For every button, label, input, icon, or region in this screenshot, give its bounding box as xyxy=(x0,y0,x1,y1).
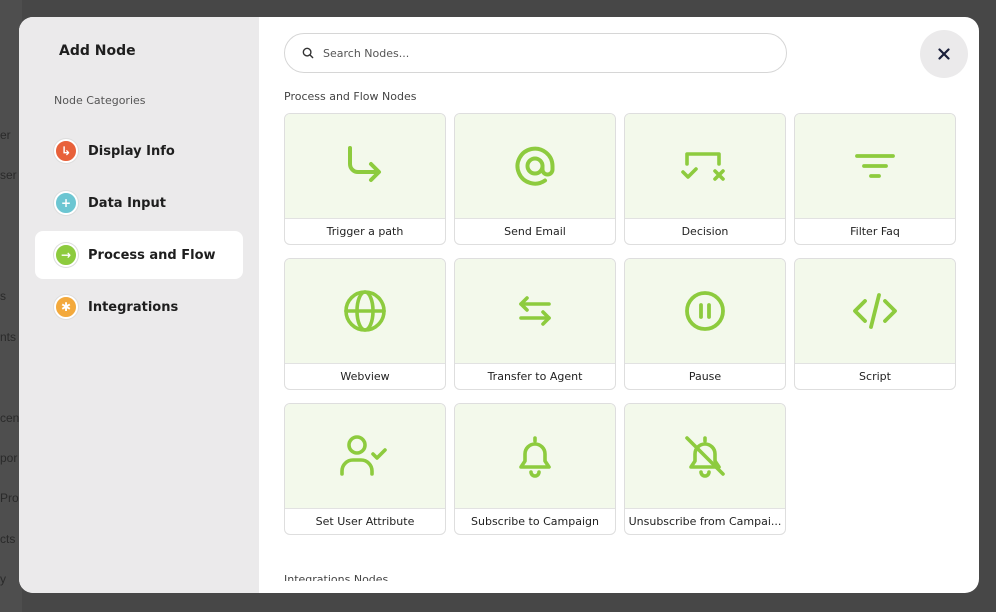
background-fragment: er xyxy=(0,128,11,142)
add-node-modal: Add Node Node Categories ↳ Display Info … xyxy=(19,17,979,593)
node-card-filter-faq[interactable]: Filter Faq xyxy=(794,113,956,245)
node-card-label: Webview xyxy=(340,370,390,383)
node-card-subscribe-campaign[interactable]: Subscribe to Campaign xyxy=(454,403,616,535)
category-integrations[interactable]: ✱ Integrations xyxy=(35,283,243,331)
background-fragment: y xyxy=(0,572,6,586)
node-card-unsubscribe-campaign[interactable]: Unsubscribe from Campai... xyxy=(624,403,786,535)
node-card-label: Decision xyxy=(681,225,729,238)
background-fragment: nts xyxy=(0,330,17,344)
category-list: ↳ Display Info + Data Input → Process an… xyxy=(35,127,243,335)
search-box[interactable] xyxy=(284,33,787,73)
modal-title: Add Node xyxy=(59,43,136,59)
section-title: Process and Flow Nodes xyxy=(284,90,417,103)
nodes-panel: Process and Flow Nodes Trigger a path Se… xyxy=(259,17,979,593)
node-grid: Trigger a path Send Email Decision Filte… xyxy=(284,113,956,535)
trigger-path-icon xyxy=(348,146,381,182)
close-icon xyxy=(938,48,950,60)
close-button[interactable] xyxy=(920,30,968,78)
background-fragment: s xyxy=(0,289,6,303)
globe-icon xyxy=(344,290,386,332)
node-card-icon-area xyxy=(285,259,445,364)
category-display-info[interactable]: ↳ Display Info xyxy=(35,127,243,175)
categories-label: Node Categories xyxy=(54,94,146,107)
node-card-webview[interactable]: Webview xyxy=(284,258,446,390)
background-fragment: Pro xyxy=(0,491,19,505)
bell-off-icon xyxy=(685,436,725,478)
node-card-icon-area xyxy=(625,114,785,219)
background-fragment: cts xyxy=(0,532,16,546)
node-card-label: Transfer to Agent xyxy=(487,370,583,383)
node-card-icon-area xyxy=(285,114,445,219)
pause-icon xyxy=(685,291,725,331)
background-fragment: ser xyxy=(0,168,17,182)
node-card-decision[interactable]: Decision xyxy=(624,113,786,245)
categories-panel: Add Node Node Categories ↳ Display Info … xyxy=(19,17,259,593)
at-sign-icon xyxy=(515,146,555,186)
data-input-icon: + xyxy=(54,191,78,215)
node-card-label: Unsubscribe from Campai... xyxy=(628,515,782,528)
node-card-pause[interactable]: Pause xyxy=(624,258,786,390)
node-card-set-user-attribute[interactable]: Set User Attribute xyxy=(284,403,446,535)
background-fragment: cen xyxy=(0,411,20,425)
node-card-label: Trigger a path xyxy=(326,225,404,238)
node-card-label: Filter Faq xyxy=(850,225,900,238)
node-card-label: Set User Attribute xyxy=(315,515,415,528)
node-card-label: Subscribe to Campaign xyxy=(471,515,599,528)
search-icon xyxy=(302,47,314,59)
node-card-icon-area xyxy=(285,404,445,509)
category-label: Data Input xyxy=(88,195,166,211)
node-card-icon-area xyxy=(795,259,955,364)
search-input[interactable] xyxy=(323,46,763,60)
filter-icon xyxy=(855,154,895,178)
category-data-input[interactable]: + Data Input xyxy=(35,179,243,227)
category-label: Process and Flow xyxy=(88,247,216,263)
integrations-icon: ✱ xyxy=(54,295,78,319)
node-card-icon-area xyxy=(455,404,615,509)
background-fragment: por xyxy=(0,451,18,465)
node-card-icon-area xyxy=(455,114,615,219)
category-label: Integrations xyxy=(88,299,179,315)
node-card-send-email[interactable]: Send Email xyxy=(454,113,616,245)
node-card-script[interactable]: Script xyxy=(794,258,956,390)
process-flow-icon: → xyxy=(54,243,78,267)
node-card-icon-area xyxy=(455,259,615,364)
bell-icon xyxy=(519,436,551,478)
node-card-label: Pause xyxy=(688,370,722,383)
node-card-transfer-agent[interactable]: Transfer to Agent xyxy=(454,258,616,390)
next-section-title: Integrations Nodes xyxy=(284,573,389,581)
category-process-flow[interactable]: → Process and Flow xyxy=(35,231,243,279)
transfer-arrows-icon xyxy=(519,296,551,326)
display-info-icon: ↳ xyxy=(54,139,78,163)
node-card-icon-area xyxy=(795,114,955,219)
node-card-label: Script xyxy=(859,370,891,383)
node-card-icon-area xyxy=(625,404,785,509)
node-card-label: Send Email xyxy=(504,225,566,238)
node-card-icon-area xyxy=(625,259,785,364)
node-card-trigger-path[interactable]: Trigger a path xyxy=(284,113,446,245)
decision-icon xyxy=(681,152,725,181)
user-check-icon xyxy=(340,435,387,476)
code-icon xyxy=(853,293,897,329)
category-label: Display Info xyxy=(88,143,175,159)
